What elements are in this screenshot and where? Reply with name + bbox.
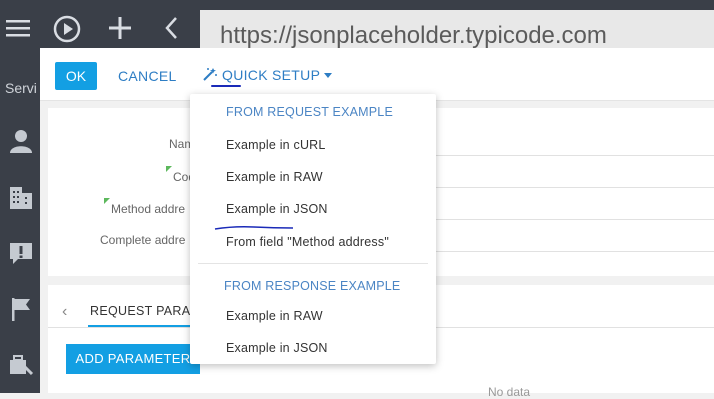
complete-address-label: Complete addre [100,233,186,247]
menu-item-response-json[interactable]: Example in JSON [226,341,328,355]
annotation-underline [214,225,294,230]
cancel-button[interactable]: CANCEL [118,68,177,84]
caret-down-icon [324,73,333,78]
sidebar-section-label: Servi [5,80,37,96]
menu-item-request-json[interactable]: Example in JSON [226,202,328,216]
method-address-field-line[interactable] [392,219,714,220]
menu-item-curl[interactable]: Example in cURL [226,138,326,152]
required-marker [166,166,172,172]
name-field-line[interactable] [392,155,714,156]
play-circle-icon[interactable] [52,14,82,44]
menu-section-header: FROM REQUEST EXAMPLE [226,105,393,119]
hamburger-menu-icon[interactable] [4,14,34,44]
plus-icon[interactable] [106,14,136,44]
menu-section-header: FROM RESPONSE EXAMPLE [224,279,401,293]
complete-address-field-line[interactable] [392,251,714,252]
tab-request-parameters[interactable]: REQUEST PARAM [90,304,201,318]
annotation-underline [211,85,241,87]
tools-icon[interactable] [8,352,34,378]
quick-setup-button[interactable]: QUICK SETUP [202,67,333,83]
alert-message-icon[interactable] [8,240,34,266]
ok-button[interactable]: OK [55,62,97,90]
magic-wand-icon [202,67,218,81]
chevron-left-icon[interactable]: ‹ [62,303,67,321]
method-address-label: Method addre [111,202,186,216]
add-parameter-button[interactable]: ADD PARAMETER [66,344,200,374]
flag-icon[interactable] [8,296,34,322]
menu-item-request-raw[interactable]: Example in RAW [226,170,323,184]
menu-divider [198,263,428,264]
user-icon[interactable] [8,128,34,154]
chevron-left-icon[interactable] [160,14,190,44]
no-data-text: No data [488,385,531,399]
code-field-line[interactable] [392,187,714,188]
menu-item-method-address[interactable]: From field "Method address" [226,235,389,249]
quick-setup-label: QUICK SETUP [222,67,321,83]
building-icon[interactable] [8,184,34,210]
menu-item-response-raw[interactable]: Example in RAW [226,309,323,323]
url-text: https://jsonplaceholder.typicode.com [220,22,607,49]
left-sidebar: Servi [0,70,40,393]
required-marker [104,198,110,204]
